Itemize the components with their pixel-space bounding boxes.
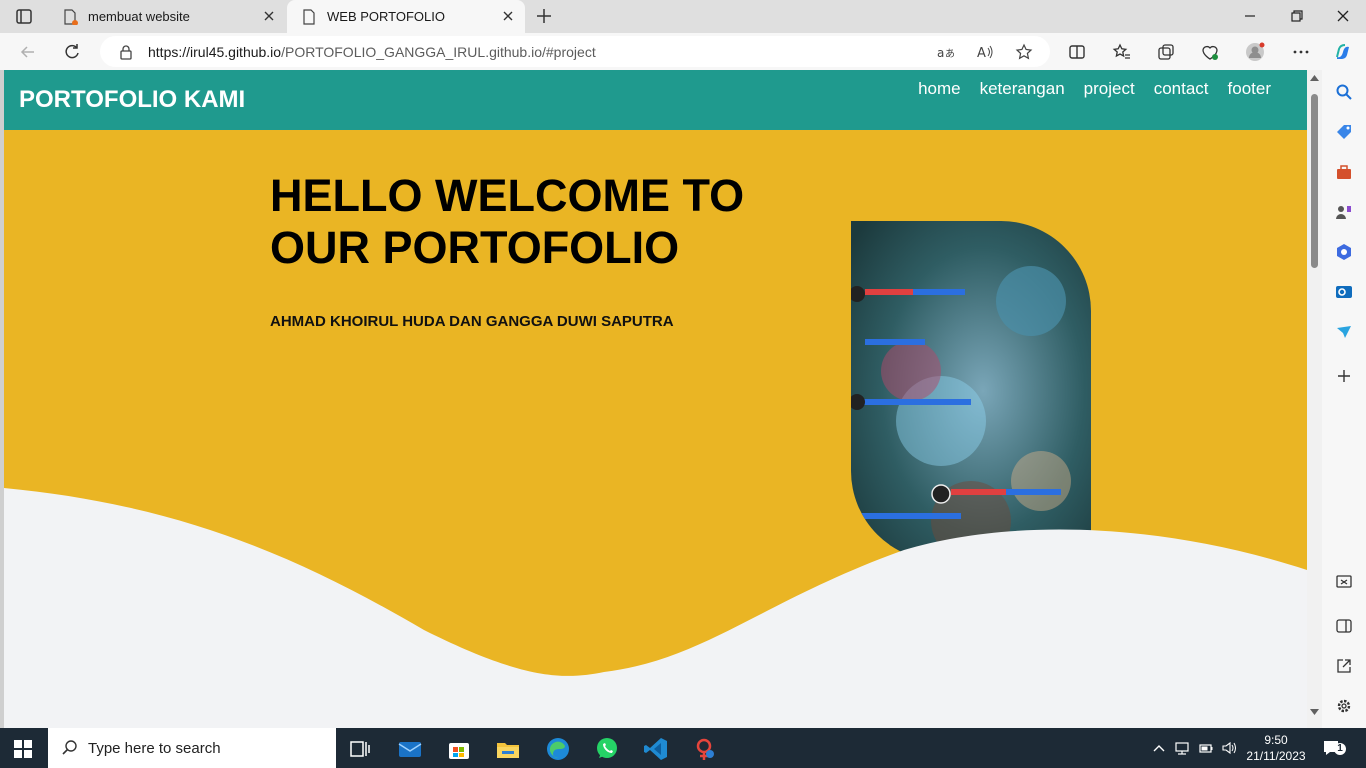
search-icon[interactable]	[1335, 83, 1353, 101]
close-tab-icon[interactable]	[501, 9, 515, 23]
add-sidebar-app-icon[interactable]	[1335, 367, 1353, 385]
menu-footer[interactable]: footer	[1228, 79, 1271, 99]
copilot-icon[interactable]	[1333, 42, 1353, 62]
hero-title: HELLO WELCOME TO OUR PORTOFOLIO	[270, 170, 745, 273]
translate-icon[interactable]: aあ	[936, 43, 954, 61]
tab-strip: membuat website WEB PORTOFOLIO	[0, 0, 1366, 33]
scroll-up-icon[interactable]	[1310, 74, 1319, 82]
url-path: /PORTOFOLIO_GANGGA_IRUL.github.io/#proje…	[281, 44, 596, 60]
clock-time: 9:50	[1264, 733, 1288, 747]
menu-contact[interactable]: contact	[1154, 79, 1209, 99]
mail-app-icon[interactable]	[397, 736, 423, 762]
portfolio-page: PORTOFOLIO KAMI home keterangan project …	[4, 70, 1307, 728]
tab-actions-icon[interactable]	[8, 6, 38, 28]
show-hidden-icons-icon[interactable]	[1152, 741, 1166, 755]
profile-avatar-icon[interactable]	[1245, 42, 1265, 62]
tab-web-portofolio[interactable]: WEB PORTOFOLIO	[287, 0, 525, 33]
search-icon	[62, 740, 77, 755]
site-navbar: PORTOFOLIO KAMI home keterangan project …	[4, 70, 1307, 130]
split-screen-icon[interactable]	[1067, 42, 1087, 62]
minimize-icon[interactable]	[1242, 8, 1258, 24]
battery-icon[interactable]	[1199, 741, 1213, 755]
shopping-icon[interactable]	[1335, 123, 1353, 141]
system-clock[interactable]: 9:50 21/11/2023	[1240, 732, 1312, 764]
new-tab-icon[interactable]	[534, 6, 554, 26]
drop-icon[interactable]	[1335, 323, 1353, 341]
site-brand[interactable]: PORTOFOLIO KAMI	[19, 86, 245, 114]
menu-keterangan[interactable]: keterangan	[980, 79, 1065, 99]
tab-title: WEB PORTOFOLIO	[327, 9, 445, 24]
menu-home[interactable]: home	[918, 79, 961, 99]
favorite-star-icon[interactable]	[1015, 43, 1033, 61]
hero-subtitle: AHMAD KHOIRUL HUDA DAN GANGGA DUWI SAPUT…	[270, 313, 674, 330]
read-aloud-icon[interactable]: A	[976, 43, 994, 61]
lock-icon[interactable]	[117, 43, 135, 61]
microsoft-store-icon[interactable]	[446, 736, 472, 762]
back-icon[interactable]	[18, 42, 38, 62]
sidebar-settings-gear-icon[interactable]	[1335, 697, 1353, 715]
windows-taskbar: Type here to search 9:50 21/11/2023 1	[0, 728, 1366, 768]
collections-icon[interactable]	[1156, 42, 1176, 62]
refresh-icon[interactable]	[62, 42, 82, 62]
whatsapp-icon[interactable]	[594, 736, 620, 762]
url-host: https://irul45.github.io	[148, 44, 282, 60]
screenshot-icon[interactable]	[1335, 573, 1353, 591]
notifications-button[interactable]: 1	[1322, 738, 1346, 758]
open-external-icon[interactable]	[1335, 657, 1353, 675]
restore-icon[interactable]	[1289, 8, 1305, 24]
network-icon[interactable]	[1175, 741, 1189, 755]
tab-title: membuat website	[88, 9, 190, 24]
edge-sidebar	[1322, 70, 1366, 728]
microsoft-365-icon[interactable]	[1335, 243, 1353, 261]
games-icon[interactable]	[1335, 203, 1353, 221]
svg-text:あ: あ	[945, 48, 954, 60]
url-text[interactable]: https://irul45.github.io/PORTOFOLIO_GANG…	[148, 44, 596, 60]
close-tab-icon[interactable]	[262, 9, 276, 23]
page-icon	[301, 8, 317, 25]
menu-project[interactable]: project	[1084, 79, 1135, 99]
file-explorer-icon[interactable]	[495, 736, 521, 762]
scroll-thumb[interactable]	[1311, 94, 1318, 268]
task-view-icon[interactable]	[347, 736, 373, 762]
outlook-icon[interactable]	[1335, 283, 1353, 301]
hide-sidebar-icon[interactable]	[1335, 617, 1353, 635]
clock-date: 21/11/2023	[1246, 749, 1306, 763]
volume-icon[interactable]	[1222, 741, 1236, 755]
svg-text:A: A	[977, 46, 986, 61]
pinned-app-icon[interactable]	[692, 736, 718, 762]
page-scrollbar[interactable]	[1307, 70, 1322, 728]
favorites-icon[interactable]	[1112, 42, 1132, 62]
vscode-icon[interactable]	[643, 736, 669, 762]
svg-text:a: a	[937, 46, 944, 60]
scroll-down-icon[interactable]	[1310, 708, 1319, 716]
page-icon	[62, 8, 78, 26]
site-menu: home keterangan project contact footer	[918, 79, 1271, 99]
windows-start-icon[interactable]	[14, 740, 32, 758]
close-window-icon[interactable]	[1335, 8, 1351, 24]
page-viewport: PORTOFOLIO KAMI home keterangan project …	[4, 70, 1322, 728]
tab-membuat-website[interactable]: membuat website	[48, 0, 286, 33]
wave-divider	[4, 488, 1307, 728]
browser-toolbar: https://irul45.github.io/PORTOFOLIO_GANG…	[0, 33, 1366, 70]
search-placeholder: Type here to search	[88, 740, 221, 757]
notification-count-badge: 1	[1334, 743, 1346, 755]
more-menu-icon[interactable]	[1291, 42, 1311, 62]
taskbar-search-box[interactable]: Type here to search	[48, 728, 336, 768]
tools-icon[interactable]	[1335, 163, 1353, 181]
edge-browser-icon[interactable]	[545, 736, 571, 762]
address-bar[interactable]: https://irul45.github.io/PORTOFOLIO_GANG…	[100, 36, 1050, 67]
browser-essentials-icon[interactable]	[1200, 42, 1220, 62]
